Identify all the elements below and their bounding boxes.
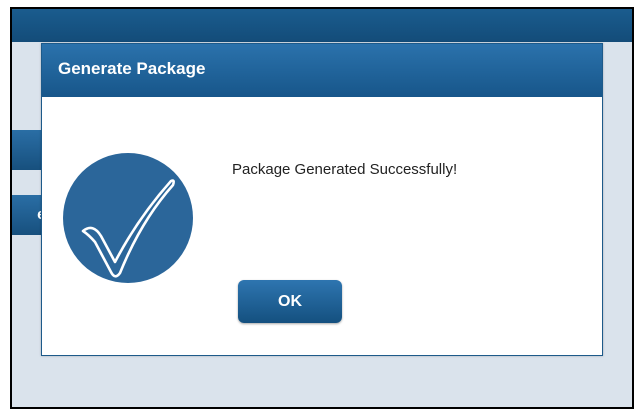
app-window: XM e Pa Generate Package Package Generat… <box>10 7 634 409</box>
icon-circle <box>63 153 193 283</box>
dialog-title-bar: Generate Package <box>42 44 602 97</box>
success-message: Package Generated Successfully! <box>232 161 458 178</box>
dialog-title: Generate Package <box>58 59 206 78</box>
generate-package-dialog: Generate Package Package Generated Succe… <box>41 43 603 356</box>
app-header-bar <box>12 9 632 42</box>
ok-button[interactable]: OK <box>238 280 342 323</box>
check-circle-icon <box>63 153 193 283</box>
